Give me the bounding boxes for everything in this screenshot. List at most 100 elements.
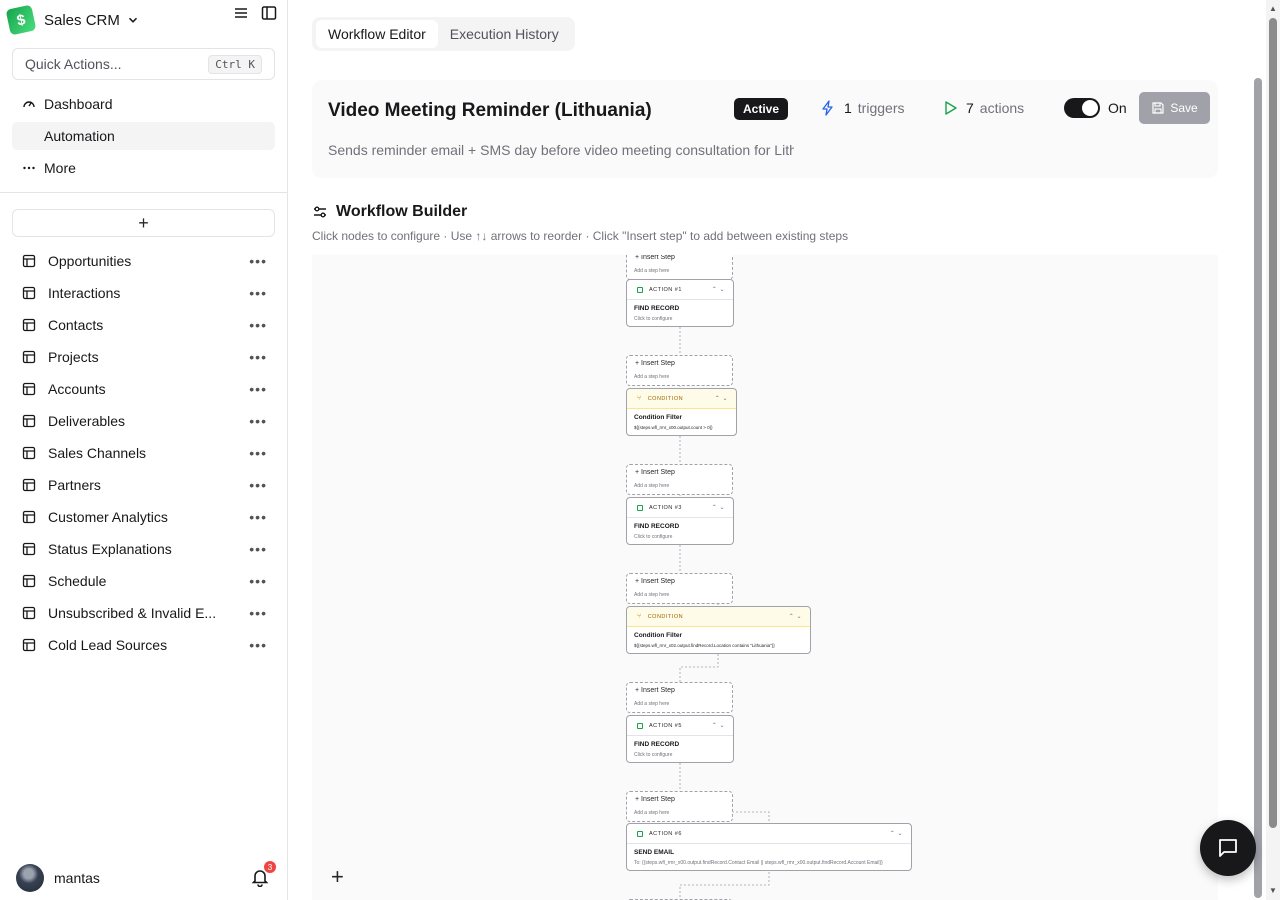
editor-tabs: Workflow Editor Execution History — [312, 17, 575, 51]
action-node[interactable]: ACTION #3 ⌃ ⌄ FIND RECORD Click to configur… — [626, 497, 734, 545]
content-scrollbar[interactable] — [1253, 62, 1263, 900]
nav-more[interactable]: More — [12, 154, 275, 182]
condition-node[interactable]: ⑂ CONDITION ⌃ ⌄ Condition Filter ${{steps.wf… — [626, 388, 737, 436]
sidebar-table-item[interactable]: Opportunities ••• — [12, 245, 275, 277]
sidebar-table-item[interactable]: Contacts ••• — [12, 309, 275, 341]
reorder-icon[interactable]: ⌃ ⌄ — [789, 613, 802, 620]
insert-step[interactable]: + Insert Step Add a step here — [626, 355, 733, 386]
sidebar-table-item[interactable]: Partners ••• — [12, 469, 275, 501]
quick-actions-input[interactable]: Quick Actions... Ctrl K — [12, 48, 275, 80]
active-toggle[interactable] — [1064, 98, 1100, 118]
reorder-icon[interactable]: ⌃ ⌄ — [712, 722, 725, 729]
sidebar-table-item[interactable]: Schedule ••• — [12, 565, 275, 597]
workflow-title[interactable]: Video Meeting Reminder (Lithuania) — [328, 100, 652, 122]
table-label: Partners — [48, 477, 101, 493]
nav-dashboard[interactable]: Dashboard — [12, 90, 275, 118]
triggers-label: triggers — [857, 100, 905, 116]
insert-step[interactable]: + Insert Step Add a step here — [626, 682, 733, 713]
actions-stat[interactable]: 7 actions — [942, 96, 1024, 120]
more-options-icon[interactable]: ••• — [249, 605, 267, 621]
more-options-icon[interactable]: ••• — [249, 381, 267, 397]
insert-step[interactable]: + Insert Step Add a step here — [626, 464, 733, 495]
reorder-icon[interactable]: ⌃ ⌄ — [890, 830, 903, 837]
scroll-up-icon[interactable]: ▲ — [1269, 4, 1277, 13]
content-scrollbar-thumb[interactable] — [1254, 78, 1262, 898]
menu-icon[interactable] — [232, 4, 250, 22]
more-options-icon[interactable]: ••• — [249, 477, 267, 493]
more-options-icon[interactable]: ••• — [249, 317, 267, 333]
table-icon — [22, 350, 36, 364]
more-options-icon[interactable]: ••• — [249, 637, 267, 653]
sidebar-table-item[interactable]: Deliverables ••• — [12, 405, 275, 437]
workflow-canvas[interactable]: + Insert Step Add a step here ACTION #1 ⌃ ⌄… — [312, 255, 1218, 900]
user-menu[interactable]: mantas 3 — [16, 861, 276, 892]
sidebar-table-item[interactable]: Interactions ••• — [12, 277, 275, 309]
more-options-icon[interactable]: ••• — [249, 253, 267, 269]
node-type: CONDITION — [647, 613, 684, 620]
insert-step[interactable]: + Insert Step Add a step here — [626, 791, 733, 822]
save-icon — [1152, 102, 1164, 114]
lightning-icon — [822, 100, 833, 116]
node-subtitle: Click to configure — [634, 752, 673, 758]
status-badge: Active — [734, 98, 789, 120]
more-options-icon[interactable]: ••• — [249, 445, 267, 461]
tab-workflow-editor[interactable]: Workflow Editor — [316, 20, 438, 48]
node-header: ACTION #6 ⌃ ⌄ — [627, 824, 911, 844]
triggers-stat[interactable]: 1 triggers — [820, 96, 904, 120]
table-label: Deliverables — [48, 413, 126, 429]
tab-execution-history[interactable]: Execution History — [438, 20, 571, 48]
app-logo-icon: $ — [5, 4, 37, 36]
page-scrollbar-thumb[interactable] — [1269, 18, 1277, 828]
toggle-label: On — [1108, 100, 1127, 116]
table-label: Accounts — [48, 381, 106, 397]
sidebar-toggle-icon[interactable] — [260, 4, 278, 22]
sidebar-table-item[interactable]: Customer Analytics ••• — [12, 501, 275, 533]
action-node[interactable]: ACTION #5 ⌃ ⌄ FIND RECORD Click to configur… — [626, 715, 734, 763]
more-options-icon[interactable]: ••• — [249, 541, 267, 557]
table-icon — [22, 638, 36, 652]
nav-label: Dashboard — [44, 96, 113, 112]
more-options-icon[interactable]: ••• — [249, 349, 267, 365]
table-icon — [22, 478, 36, 492]
reorder-icon[interactable]: ⌃ ⌄ — [715, 395, 728, 402]
add-table-button[interactable]: + — [12, 209, 275, 237]
add-node-button[interactable]: + — [331, 864, 344, 890]
sidebar-table-item[interactable]: Unsubscribed & Invalid E... ••• — [12, 597, 275, 629]
reorder-icon[interactable]: ⌃ ⌄ — [712, 504, 725, 511]
node-subtitle: Click to configure — [634, 316, 673, 322]
action-node[interactable]: ACTION #6 ⌃ ⌄ SEND EMAIL To: {{steps.wfl_rm… — [626, 823, 912, 871]
insert-step-sub: Add a step here — [634, 592, 670, 598]
chat-button[interactable] — [1200, 820, 1256, 876]
ellipsis-icon — [23, 166, 35, 170]
insert-step-sub: Add a step here — [634, 701, 670, 707]
more-options-icon[interactable]: ••• — [249, 509, 267, 525]
divider — [0, 192, 287, 193]
save-label: Save — [1170, 101, 1198, 115]
actions-label: actions — [979, 100, 1025, 116]
nav-automation[interactable]: Automation — [12, 122, 275, 150]
insert-step[interactable]: + Insert Step Add a step here — [626, 573, 733, 604]
user-name: mantas — [54, 870, 100, 886]
more-options-icon[interactable]: ••• — [249, 573, 267, 589]
table-icon — [22, 382, 36, 396]
sidebar-table-item[interactable]: Accounts ••• — [12, 373, 275, 405]
save-button[interactable]: Save — [1139, 92, 1210, 124]
insert-step-label: + Insert Step — [635, 578, 675, 585]
sidebar-table-item[interactable]: Projects ••• — [12, 341, 275, 373]
reorder-icon[interactable]: ⌃ ⌄ — [712, 286, 725, 293]
workflow-description[interactable]: Sends reminder email + SMS day before vi… — [328, 142, 794, 158]
page-scrollbar[interactable]: ▲ ▼ — [1266, 0, 1280, 900]
scroll-down-icon[interactable]: ▼ — [1269, 886, 1277, 895]
sidebar-table-item[interactable]: Sales Channels ••• — [12, 437, 275, 469]
sidebar-table-item[interactable]: Status Explanations ••• — [12, 533, 275, 565]
node-header: ⑂ CONDITION ⌃ ⌄ — [627, 607, 810, 627]
more-options-icon[interactable]: ••• — [249, 285, 267, 301]
node-type: ACTION #6 — [649, 830, 682, 837]
insert-step[interactable]: + Insert Step Add a step here — [626, 255, 733, 280]
sidebar-table-item[interactable]: Cold Lead Sources ••• — [12, 629, 275, 661]
more-options-icon[interactable]: ••• — [249, 413, 267, 429]
condition-node[interactable]: ⑂ CONDITION ⌃ ⌄ Condition Filter ${{steps.wf… — [626, 606, 811, 654]
action-node[interactable]: ACTION #1 ⌃ ⌄ FIND RECORD Click to configur… — [626, 279, 734, 327]
app-name: Sales CRM — [44, 11, 120, 29]
gauge-icon — [23, 101, 35, 108]
